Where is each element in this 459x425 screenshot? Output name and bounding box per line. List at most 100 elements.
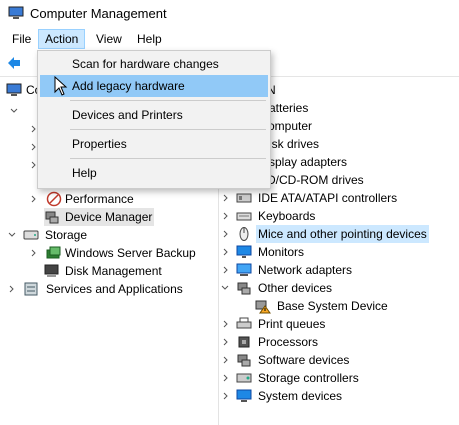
title-bar: Computer Management — [0, 0, 459, 28]
tree-label-performance: Performance — [65, 192, 134, 206]
device-label-storage-controllers: Storage controllers — [258, 371, 359, 385]
tree-label-storage: Storage — [45, 228, 88, 242]
device-label-batteries: atteries — [269, 101, 309, 115]
device-category-network[interactable]: Network adapters — [219, 261, 459, 279]
device-label-software: Software devices — [258, 353, 350, 367]
menu-item-scan-label: Scan for hardware changes — [72, 57, 219, 71]
monitor-icon — [236, 245, 252, 258]
backup-icon — [46, 246, 61, 259]
chevron-right-icon[interactable] — [222, 392, 230, 400]
chevron-right-icon[interactable] — [222, 374, 230, 382]
device-category-storage-controllers[interactable]: Storage controllers — [219, 369, 459, 387]
device-category-software[interactable]: Software devices — [219, 351, 459, 369]
chevron-right-icon[interactable] — [8, 285, 16, 293]
device-label-base-system: Base System Device — [277, 299, 388, 313]
tree-item-disk-management[interactable]: Disk Management — [44, 262, 214, 280]
device-label-processors: Processors — [258, 335, 319, 349]
chevron-right-icon[interactable] — [30, 249, 38, 257]
storage-controller-icon — [236, 373, 252, 383]
menu-item-add-legacy[interactable]: Add legacy hardware — [40, 75, 268, 97]
menu-help[interactable]: Help — [131, 30, 168, 48]
tree-label-services-applications: Services and Applications — [46, 282, 183, 296]
mouse-icon — [239, 227, 249, 241]
device-category-print-queues[interactable]: Print queues — [219, 315, 459, 333]
disk-management-icon — [44, 264, 59, 277]
device-item-base-system[interactable]: Base System Device — [255, 297, 455, 315]
back-arrow-icon[interactable] — [6, 55, 22, 71]
device-label-computer: omputer — [268, 119, 313, 133]
action-menu: Scan for hardware changes Add legacy har… — [37, 50, 271, 189]
device-label-monitors: Monitors — [258, 245, 305, 259]
device-label-system: System devices — [258, 389, 343, 403]
chevron-right-icon[interactable] — [222, 338, 230, 346]
tree-label-windows-server-backup: Windows Server Backup — [65, 246, 196, 260]
chevron-right-icon[interactable] — [222, 230, 230, 238]
menu-item-help-label: Help — [72, 166, 97, 180]
device-category-mice[interactable]: Mice and other pointing devices — [219, 225, 459, 243]
software-device-icon — [237, 354, 251, 367]
chevron-right-icon[interactable] — [222, 194, 230, 202]
device-label-mice: Mice and other pointing devices — [256, 225, 429, 243]
tree-item-windows-server-backup[interactable]: Windows Server Backup — [28, 244, 218, 262]
menu-separator — [70, 100, 266, 101]
menu-item-add-legacy-label: Add legacy hardware — [72, 79, 185, 93]
device-category-ide[interactable]: IDE ATA/ATAPI controllers — [219, 189, 459, 207]
device-category-other[interactable]: Other devices — [219, 279, 459, 297]
device-label-other: Other devices — [258, 281, 333, 295]
chevron-down-icon[interactable] — [8, 231, 16, 239]
computer-management-icon — [8, 6, 24, 19]
menu-view[interactable]: View — [90, 30, 128, 48]
menu-file[interactable]: File — [6, 30, 37, 48]
services-icon — [24, 282, 38, 296]
menu-item-properties[interactable]: Properties — [40, 133, 268, 155]
chevron-down-icon[interactable] — [10, 107, 18, 115]
chevron-right-icon[interactable] — [222, 266, 230, 274]
chevron-right-icon[interactable] — [222, 212, 230, 220]
tree-item-device-manager[interactable]: Device Manager — [44, 208, 154, 226]
menu-bar: File Action View Help — [0, 28, 459, 50]
tree-item-services-applications[interactable]: Services and Applications — [6, 280, 216, 298]
computer-management-icon — [6, 83, 22, 96]
device-label-disk-drives: isk drives — [269, 137, 320, 151]
chevron-down-icon[interactable] — [221, 284, 229, 292]
menu-item-devices-printers[interactable]: Devices and Printers — [40, 104, 268, 126]
network-adapter-icon — [236, 263, 252, 276]
tree-item-storage[interactable]: Storage — [6, 226, 206, 244]
tree-label-device-manager: Device Manager — [65, 210, 153, 224]
keyboard-icon — [236, 212, 252, 221]
device-label-keyboards: Keyboards — [258, 209, 316, 223]
menu-separator — [70, 158, 266, 159]
warning-device-icon — [255, 300, 271, 314]
storage-icon — [23, 230, 39, 240]
system-device-icon — [236, 389, 252, 402]
menu-item-properties-label: Properties — [72, 137, 127, 151]
window-title: Computer Management — [30, 6, 167, 21]
tree-item-performance[interactable]: Performance — [28, 190, 216, 208]
device-label-display-adapters: splay adapters — [269, 155, 348, 169]
device-label-dvd: VD/CD-ROM drives — [259, 173, 364, 187]
menu-item-scan[interactable]: Scan for hardware changes — [40, 53, 268, 75]
device-category-system[interactable]: System devices — [219, 387, 459, 405]
menu-action[interactable]: Action — [38, 29, 86, 49]
device-label-ide: IDE ATA/ATAPI controllers — [258, 191, 398, 205]
other-devices-icon — [237, 282, 251, 295]
device-category-keyboards[interactable]: Keyboards — [219, 207, 459, 225]
device-label-print-queues: Print queues — [258, 317, 326, 331]
processor-icon — [238, 336, 250, 348]
mouse-cursor-icon — [54, 76, 68, 96]
menu-item-help[interactable]: Help — [40, 162, 268, 184]
chevron-right-icon[interactable] — [222, 356, 230, 364]
device-category-processors[interactable]: Processors — [219, 333, 459, 351]
device-label-network: Network adapters — [258, 263, 353, 277]
tree-label-disk-management: Disk Management — [65, 264, 162, 278]
device-category-monitors[interactable]: Monitors — [219, 243, 459, 261]
performance-icon — [46, 191, 62, 207]
chevron-right-icon[interactable] — [222, 320, 230, 328]
ide-controller-icon — [236, 193, 252, 203]
printer-icon — [236, 317, 252, 329]
chevron-right-icon[interactable] — [222, 248, 230, 256]
menu-item-devices-printers-label: Devices and Printers — [72, 108, 183, 122]
menu-separator — [70, 129, 266, 130]
chevron-right-icon[interactable] — [30, 195, 38, 203]
device-manager-icon — [45, 211, 59, 224]
